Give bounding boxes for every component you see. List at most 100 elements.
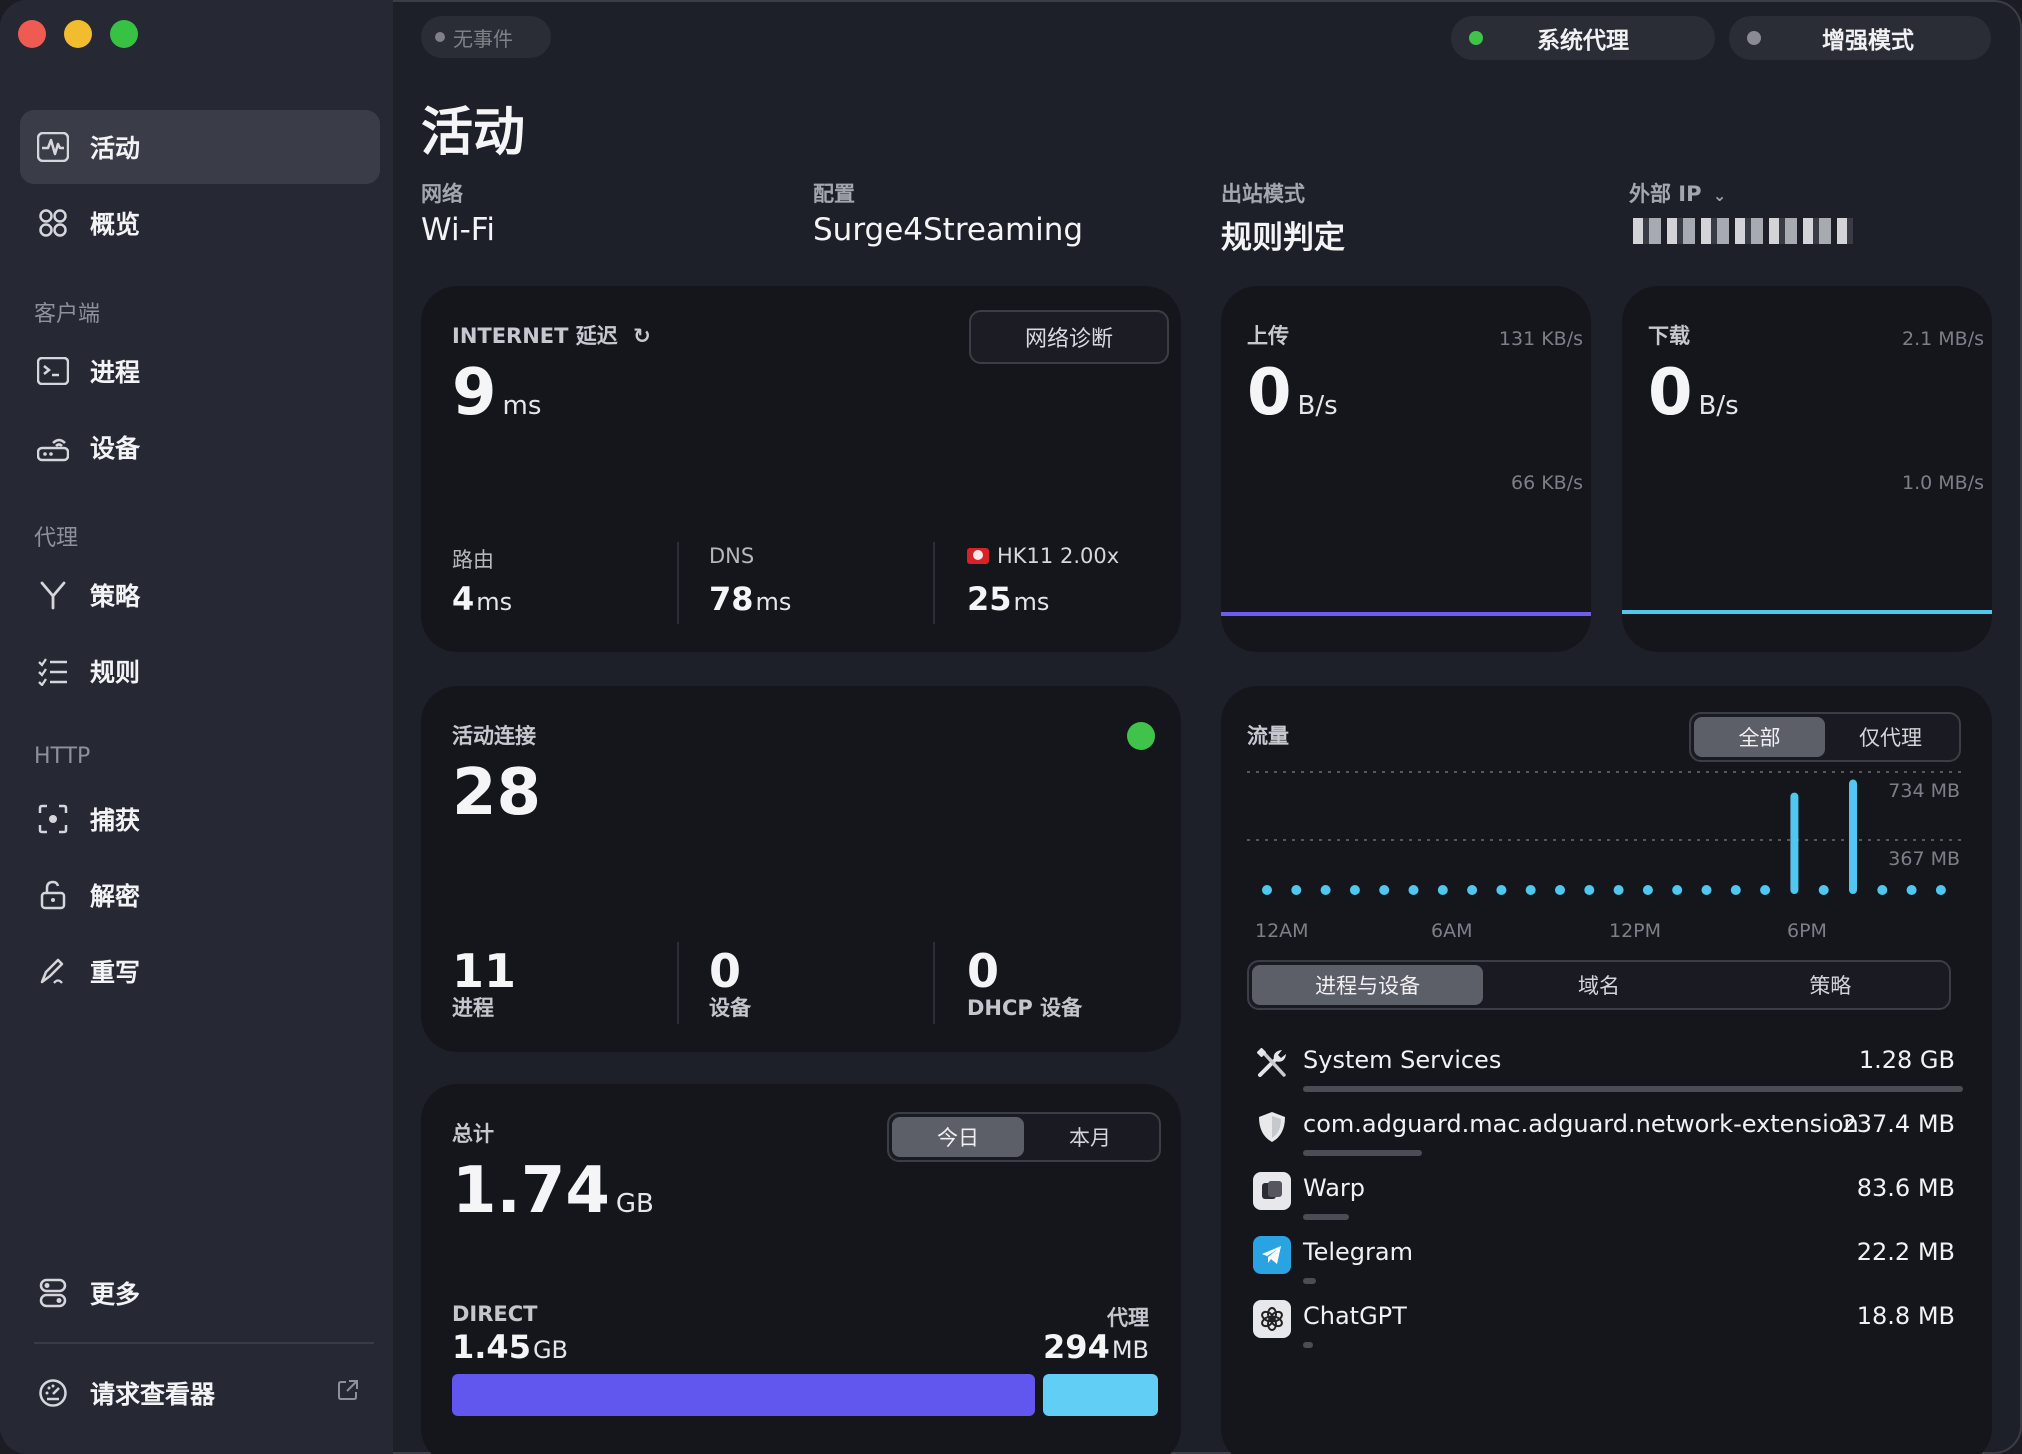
chevron-down-icon: ⌄ <box>1712 186 1727 205</box>
process-row[interactable]: com.adguard.mac.adguard.network-extensio… <box>1253 1104 1963 1160</box>
sidebar-item-capture[interactable]: 捕获 <box>20 782 380 856</box>
sidebar-item-devices[interactable]: 设备 <box>20 410 380 484</box>
sidebar-item-label: 更多 <box>90 1280 141 1309</box>
sidebar-divider <box>34 1342 374 1344</box>
sidebar-item-request-viewer[interactable]: 请求查看器 <box>20 1356 380 1430</box>
hk-flag-icon <box>967 548 989 564</box>
segment-all[interactable]: 全部 <box>1694 717 1825 757</box>
process-name: com.adguard.mac.adguard.network-extensio… <box>1303 1110 1859 1138</box>
router-latency: 4ms <box>452 580 513 618</box>
close-window-button[interactable] <box>18 20 46 48</box>
process-traffic-bar <box>1303 1086 1963 1092</box>
upload-scale-mid: 66 KB/s <box>1510 472 1583 494</box>
warp-icon <box>1253 1172 1291 1210</box>
process-row[interactable]: Telegram 22.2 MB <box>1253 1232 1963 1288</box>
sidebar-item-more[interactable]: 更多 <box>20 1256 380 1330</box>
event-pill-label: 无事件 <box>453 26 513 51</box>
divider <box>933 942 935 1024</box>
upload-graph-line <box>1221 612 1591 616</box>
pen-icon <box>36 954 70 988</box>
download-scale-mid: 1.0 MB/s <box>1902 472 1984 494</box>
latency-value-wrap: 9 ms <box>452 356 541 430</box>
sidebar-item-label: 概览 <box>90 210 141 239</box>
latency-unit: ms <box>502 391 542 421</box>
chart-bar <box>1613 885 1624 895</box>
devices-count-label: 设备 <box>709 996 751 1020</box>
process-traffic-bar <box>1303 1214 1349 1220</box>
telegram-icon <box>1253 1236 1291 1274</box>
capture-icon <box>36 802 70 836</box>
section-http: HTTP <box>34 744 91 769</box>
dhcp-count: 0 <box>967 944 1000 998</box>
process-name: Telegram <box>1303 1238 1413 1266</box>
divider <box>677 942 679 1024</box>
proxy-value: 294MB <box>1043 1328 1149 1366</box>
system-proxy-label: 系统代理 <box>1537 28 1629 54</box>
proxy-node-latency: 25ms <box>967 580 1050 618</box>
sidebar-item-policy[interactable]: 策略 <box>20 558 380 632</box>
minimize-window-button[interactable] <box>64 20 92 48</box>
system-proxy-toggle[interactable]: 系统代理 <box>1451 16 1715 60</box>
shield-icon <box>1253 1108 1291 1146</box>
upload-value-wrap: 0 B/s <box>1247 356 1338 430</box>
chart-bar <box>1672 885 1683 895</box>
process-row[interactable]: System Services 1.28 GB <box>1253 1040 1963 1096</box>
event-pill[interactable]: 无事件 <box>421 16 551 58</box>
segment-proxy-only[interactable]: 仅代理 <box>1825 717 1956 757</box>
sidebar-item-decrypt[interactable]: 解密 <box>20 858 380 932</box>
process-name: Warp <box>1303 1174 1366 1202</box>
sidebar-item-processes[interactable]: 进程 <box>20 334 380 408</box>
sidebar-item-activity[interactable]: 活动 <box>20 110 380 184</box>
profile-value[interactable]: Surge4Streaming <box>813 212 1083 248</box>
segment-today[interactable]: 今日 <box>892 1117 1024 1157</box>
active-connections-label: 活动连接 <box>452 724 536 748</box>
sidebar: 活动 概览 客户端 进程 设备 代理 策略 规则 HTTP 捕获 解密 重写 更… <box>0 0 393 1454</box>
latency-label: INTERNET 延迟 ↻ <box>452 324 651 348</box>
outbound-mode-value[interactable]: 规则判定 <box>1221 212 1345 257</box>
chart-bar <box>1291 885 1302 895</box>
network-value: Wi-Fi <box>421 212 495 248</box>
chart-bar <box>1790 792 1799 894</box>
process-row[interactable]: Warp 83.6 MB <box>1253 1168 1963 1224</box>
latency-card: INTERNET 延迟 ↻ 网络诊断 9 ms 路由 4ms DNS 78ms H… <box>421 286 1181 652</box>
chart-bar <box>1849 779 1857 894</box>
total-value: 1.74 <box>452 1154 610 1228</box>
process-row[interactable]: ChatGPT 18.8 MB <box>1253 1296 1963 1352</box>
enhanced-mode-label: 增强模式 <box>1822 28 1914 54</box>
tab-policies[interactable]: 策略 <box>1715 965 1946 1005</box>
chart-bar <box>1320 885 1331 895</box>
process-traffic-bar <box>1303 1150 1422 1156</box>
sidebar-item-label: 请求查看器 <box>90 1380 216 1409</box>
x-tick: 12PM <box>1609 920 1662 942</box>
chart-bar <box>1818 885 1829 895</box>
tab-domains[interactable]: 域名 <box>1483 965 1714 1005</box>
sidebar-item-rewrite[interactable]: 重写 <box>20 934 380 1008</box>
chart-bar <box>1262 885 1272 895</box>
tab-processes-devices[interactable]: 进程与设备 <box>1252 965 1484 1005</box>
sidebar-item-rules[interactable]: 规则 <box>20 634 380 708</box>
proxy-node-label: HK11 2.00x <box>967 544 1119 568</box>
chart-bar <box>1437 885 1448 895</box>
chart-bar <box>1555 885 1565 895</box>
y-tick-mid: 367 MB <box>1888 848 1960 870</box>
direct-bar <box>452 1374 1035 1416</box>
page-title: 活动 <box>421 103 526 163</box>
chart-bar <box>1701 885 1712 895</box>
process-traffic-bar <box>1303 1278 1316 1284</box>
sidebar-item-label: 设备 <box>90 434 141 463</box>
download-scale-top: 2.1 MB/s <box>1902 328 1984 350</box>
external-ip-label: 外部 IP <box>1629 182 1702 206</box>
refresh-icon[interactable]: ↻ <box>633 324 651 348</box>
chart-bar <box>1877 885 1888 895</box>
segment-this-month[interactable]: 本月 <box>1024 1117 1156 1157</box>
event-dot <box>435 32 445 42</box>
zoom-window-button[interactable] <box>110 20 138 48</box>
sidebar-item-label: 策略 <box>90 582 141 611</box>
download-value-wrap: 0 B/s <box>1648 356 1739 430</box>
sidebar-item-overview[interactable]: 概览 <box>20 186 380 260</box>
devices-count: 0 <box>709 944 742 998</box>
chart-bar <box>1379 885 1390 895</box>
enhanced-mode-toggle[interactable]: 增强模式 <box>1729 16 1991 60</box>
external-ip-toggle[interactable]: 外部 IP ⌄ <box>1629 178 1726 208</box>
network-diagnose-button[interactable]: 网络诊断 <box>969 310 1169 364</box>
